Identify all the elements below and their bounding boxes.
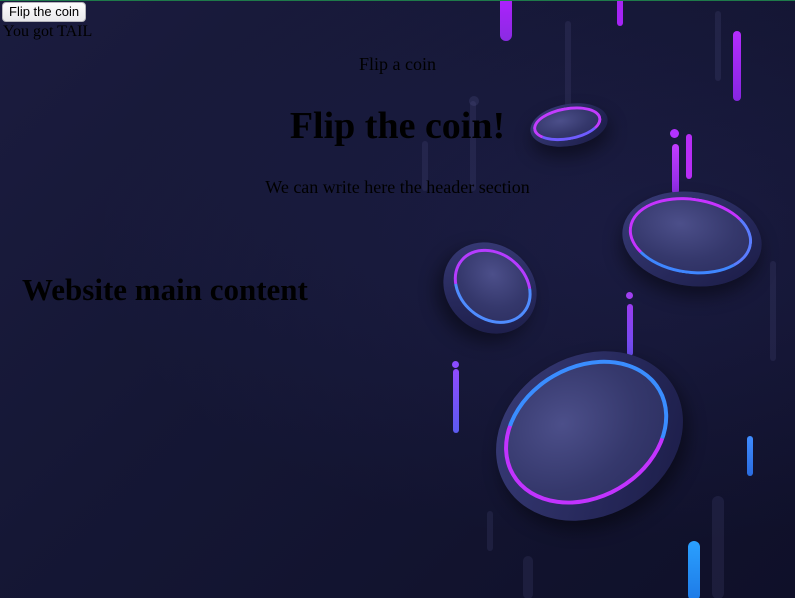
dim-streak <box>712 496 724 598</box>
blue-streak <box>688 541 700 598</box>
header-title: Flip the coin! <box>289 105 506 147</box>
purple-streak <box>500 1 512 41</box>
purple-streak <box>453 369 459 433</box>
purple-dot <box>626 292 633 299</box>
purple-streak <box>627 304 633 356</box>
result-text: You got TAIL <box>3 23 93 40</box>
main-content-title: Website main content <box>22 272 308 307</box>
purple-dot <box>452 361 459 368</box>
purple-streak <box>617 1 623 26</box>
blue-streak <box>747 436 753 476</box>
dim-streak <box>523 556 533 598</box>
header-small-title: Flip a coin <box>359 54 436 74</box>
flip-coin-button[interactable]: Flip the coin <box>2 2 87 22</box>
dim-streak <box>770 261 776 361</box>
header-subtitle: We can write here the header section <box>265 177 530 197</box>
dim-streak <box>487 511 493 551</box>
